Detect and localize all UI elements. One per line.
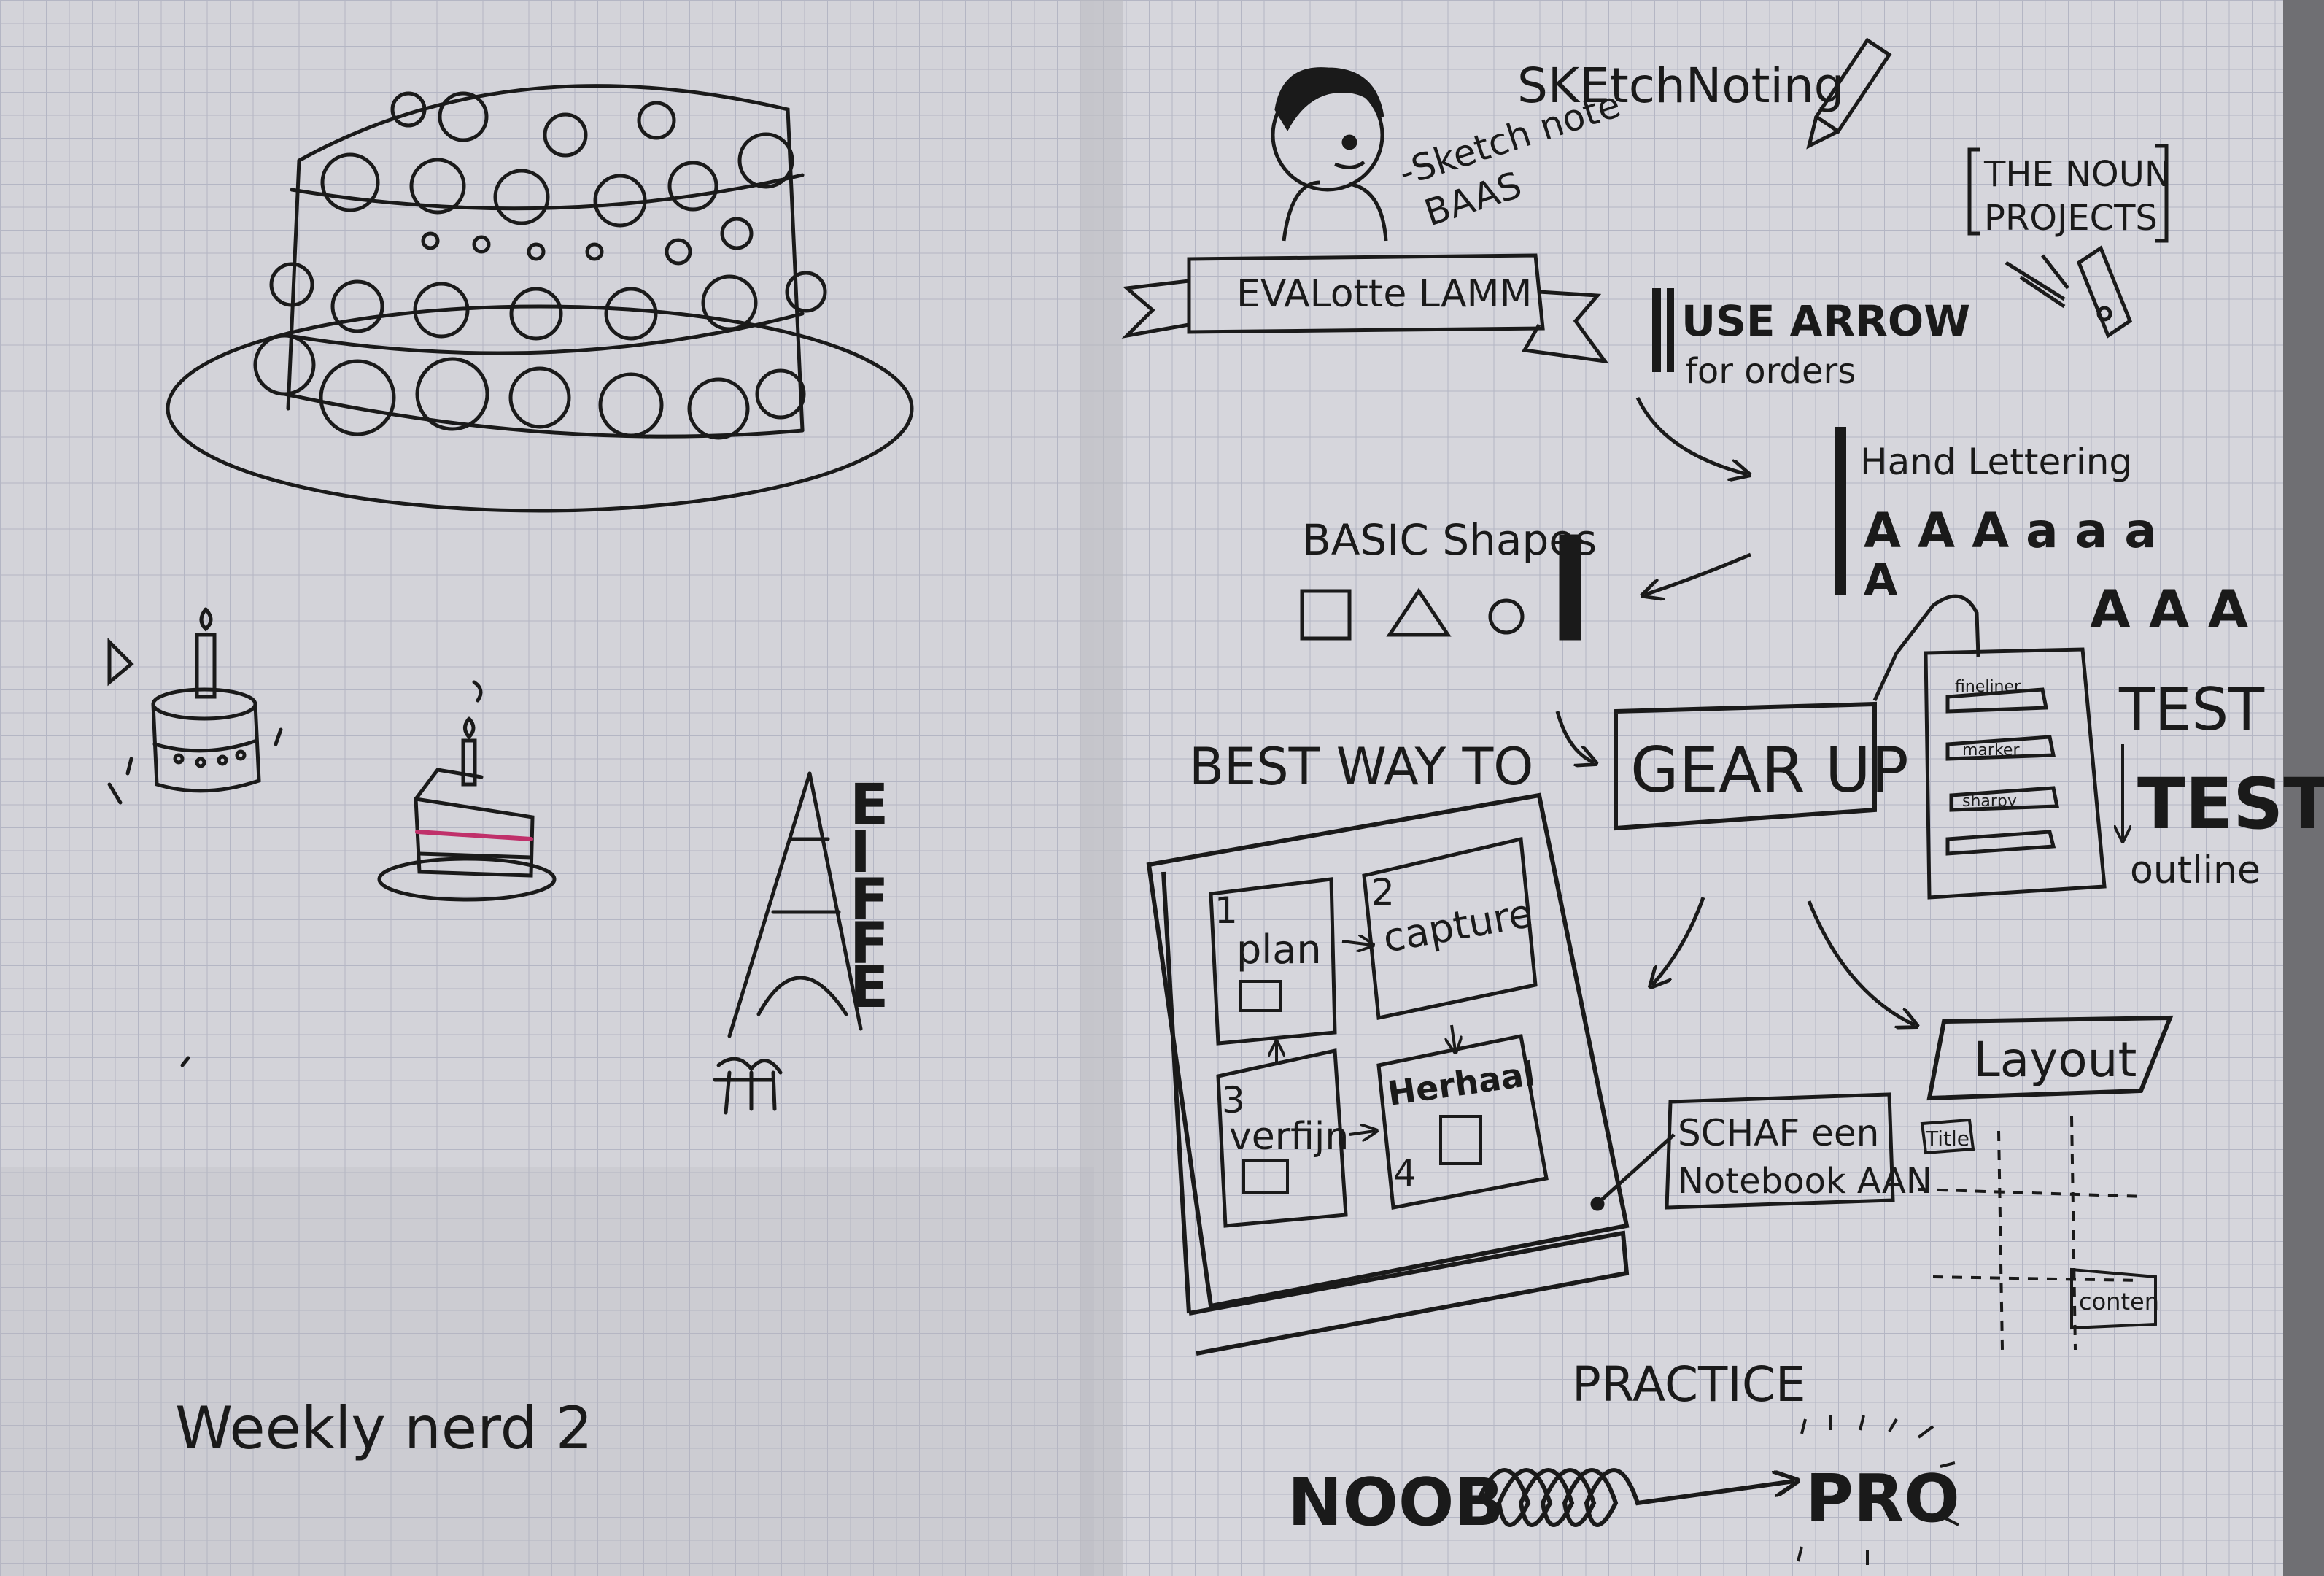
use-arrow-heading: USE ARROW	[1681, 296, 1970, 346]
noob-label: NOOB	[1287, 1464, 1504, 1541]
pen-label-sharpy: sharpy	[1962, 792, 2017, 811]
banner-name: EVALotte LAMM	[1236, 272, 1532, 316]
basic-shapes-title: BASIC Shapes	[1302, 515, 1597, 565]
step-4-number: 4	[1393, 1152, 1417, 1194]
lettering-bar-icon	[1835, 427, 1846, 595]
pen-label-fineliner: fineliner	[1955, 678, 2021, 696]
eiffel-letter-5: E	[850, 955, 888, 1021]
pro-label: PRO	[1805, 1461, 1960, 1537]
hand-lettering-samples: A A A a a a	[1864, 503, 2157, 559]
test-label-1: TEST	[2118, 676, 2265, 743]
hand-lettering-title: Hand Lettering	[1860, 441, 2132, 483]
noun-project-line1: THE NOUN	[1983, 154, 2171, 195]
gear-up-label: GEAR UP	[1630, 734, 1909, 807]
notebook-photo: E I F F E L Weekly nerd 2 SKEtchNoting -…	[0, 0, 2324, 1576]
weekly-nerd-note: Weekly nerd 2	[175, 1394, 593, 1462]
page-shadow	[0, 1167, 1094, 1576]
layout-content-label: conten	[2079, 1288, 2159, 1316]
step-1-label: plan	[1236, 927, 1322, 973]
layout-label: Layout	[1973, 1032, 2137, 1088]
eiffel-letters: E I F F E L	[850, 773, 888, 1026]
schaf-line-2: Notebook AAN	[1678, 1161, 1932, 1202]
pen-label-marker: marker	[1962, 741, 2020, 760]
test-label-2: TEST	[2137, 763, 2324, 845]
schaf-line-1: SCHAF een	[1678, 1112, 1879, 1154]
hand-lettering-sample-2: A	[1864, 555, 1898, 606]
hand-lettering-row-2: A A A	[2090, 579, 2249, 640]
layout-title-label: Title	[1925, 1127, 1969, 1151]
best-way-to: BEST WAY TO	[1189, 737, 1533, 797]
step-1-number: 1	[1215, 889, 1238, 932]
noun-project-line2: PROJECTS	[1984, 198, 2158, 239]
outline-label: outline	[2130, 849, 2261, 892]
practice-label: PRACTICE	[1572, 1356, 1806, 1413]
use-arrow-subtitle: for orders	[1685, 351, 1856, 392]
step-2-number: 2	[1371, 871, 1395, 913]
step-3-label: verfijn	[1229, 1115, 1349, 1159]
